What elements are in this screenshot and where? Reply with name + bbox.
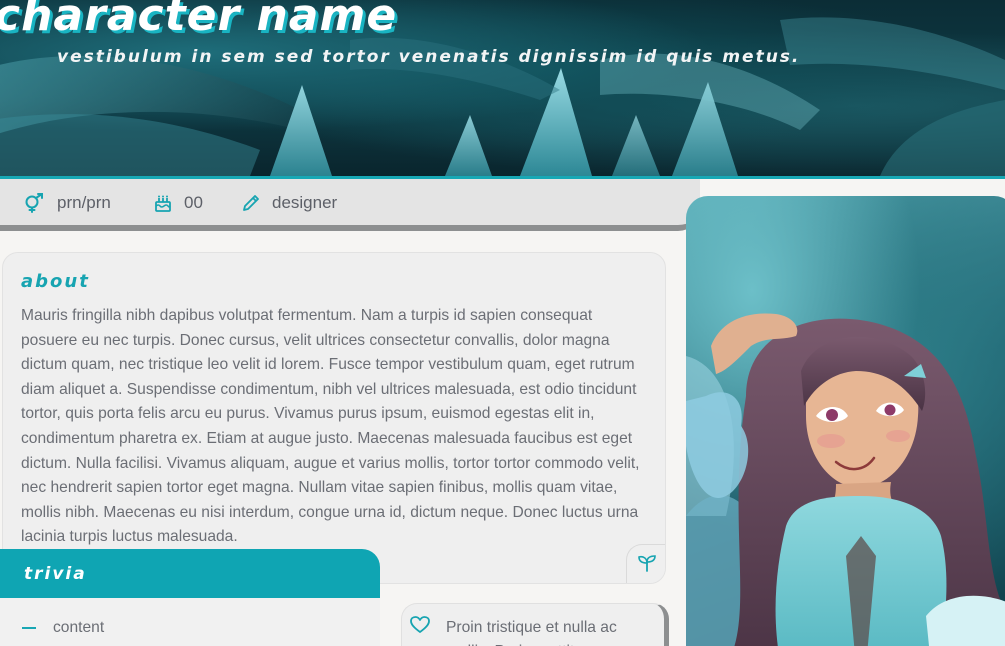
sprout-icon (638, 554, 656, 576)
header-banner: character name vestibulum in sem sed tor… (0, 0, 1005, 179)
gender-icon (23, 193, 45, 213)
trivia-heading: trivia (24, 563, 87, 584)
character-profile-page: character name vestibulum in sem sed tor… (0, 0, 1005, 646)
age-label: 00 (184, 193, 203, 212)
trivia-header: trivia (0, 549, 380, 598)
role-label: designer (272, 193, 338, 212)
birthday-cake-icon (154, 194, 172, 212)
pronouns-label: prn/prn (57, 193, 111, 212)
info-bar: prn/prn 00 designer (0, 179, 700, 231)
trivia-list-item: content (22, 619, 104, 637)
heart-icon[interactable] (410, 616, 430, 638)
info-pronouns: prn/prn (23, 193, 111, 213)
about-heading: about (21, 271, 90, 292)
about-card: about Mauris fringilla nibh dapibus volu… (2, 252, 666, 584)
character-subtitle: vestibulum in sem sed tortor venenatis d… (57, 47, 801, 67)
about-body-text: Mauris fringilla nibh dapibus volutpat f… (21, 307, 640, 546)
quote-card: Proin tristique et nulla ac mollis. Proi… (401, 603, 669, 646)
about-corner-tab[interactable] (626, 544, 665, 583)
trivia-item-text: content (53, 619, 105, 636)
info-role: designer (242, 193, 337, 213)
quote-text: Proin tristique et nulla ac mollis. Proi… (446, 619, 617, 646)
character-portrait (686, 196, 1005, 646)
character-name-title: character name (0, 0, 398, 41)
trivia-card: trivia content (0, 549, 380, 646)
character-illustration (686, 313, 1005, 646)
info-age: 00 (154, 193, 203, 213)
pencil-icon (242, 194, 260, 212)
dash-bullet-icon (22, 627, 36, 629)
